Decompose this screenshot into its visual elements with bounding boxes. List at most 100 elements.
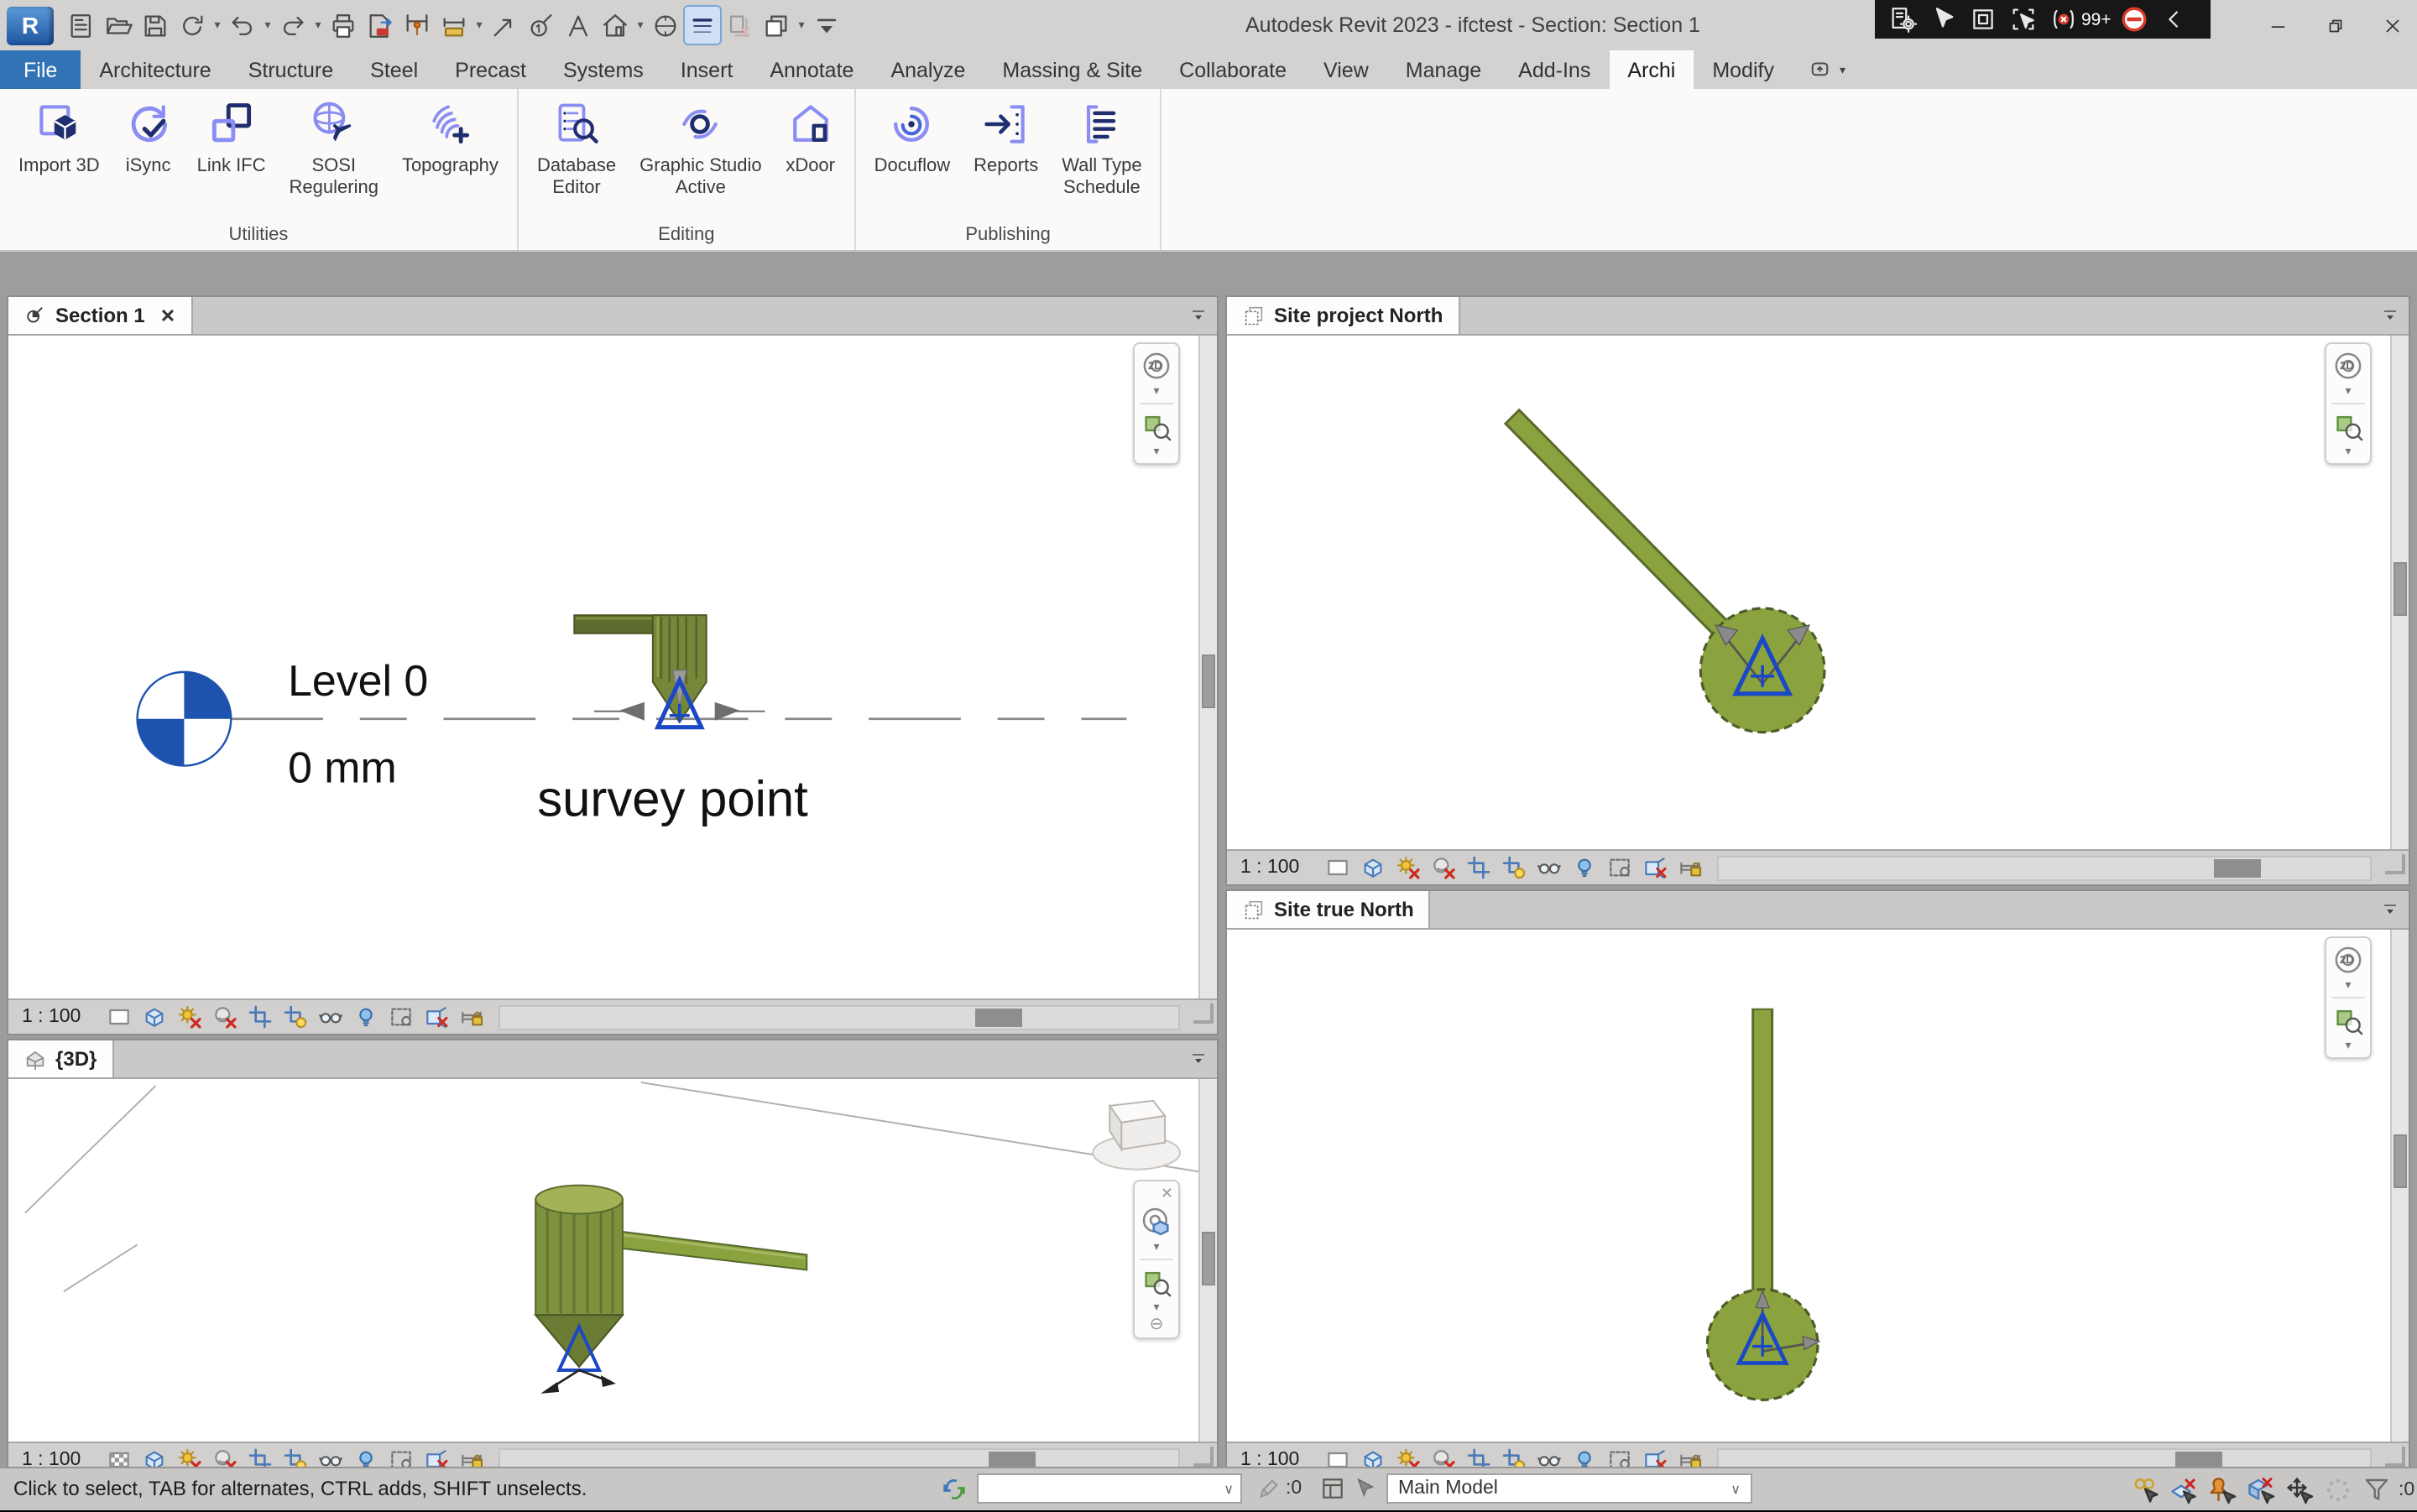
full-navigation-wheel-button[interactable] [1138,1203,1175,1240]
survey-point-label[interactable]: survey point [537,770,808,826]
section-icon[interactable] [648,7,683,44]
worksets-icon[interactable] [940,1475,968,1512]
wheel-options-caret-icon[interactable]: ▾ [1153,1240,1159,1255]
level-elevation-label[interactable]: 0 mm [288,743,397,792]
select-by-face-icon[interactable] [2244,1474,2278,1504]
notifications-icon[interactable] [2046,4,2080,34]
measure-icon[interactable] [399,7,435,44]
menu-tab-massing-site[interactable]: Massing & Site [984,50,1161,89]
tag-icon[interactable] [524,7,559,44]
section-view-canvas[interactable]: Level 0 0 mm [8,336,1217,998]
spn-view-canvas[interactable]: 2D ▾ ▾ [1227,336,2409,849]
thin-lines-icon[interactable] [685,7,720,44]
sync-icon-caret[interactable]: ▾ [211,18,223,32]
crop-view-icon[interactable] [245,1003,274,1031]
editable-only-icon[interactable] [1255,1475,1282,1510]
design-option-dropdown[interactable]: Main Model ∨ [1386,1473,1752,1504]
zoom-button[interactable] [2330,408,2367,445]
detail-level-icon[interactable] [104,1003,133,1031]
3d-view-canvas[interactable]: ✕ ▾ ▾ [8,1079,1217,1442]
scale-button[interactable]: 1 : 100 [1240,858,1299,878]
restore-icon[interactable] [2323,13,2347,37]
reveal-hidden-elements-icon[interactable] [1569,853,1598,882]
shadows-icon[interactable] [1428,853,1457,882]
ribbon-button-import-3d[interactable]: Import 3D [7,92,112,220]
default-3d-view-icon[interactable] [598,7,633,44]
vertical-scrollbar[interactable] [1198,336,1217,998]
show-crop-region-icon[interactable] [1499,853,1527,882]
wheel-options-caret-icon[interactable]: ▾ [1153,384,1159,399]
steering-wheel-2d-button[interactable]: 2D [1138,347,1175,384]
menu-tab-add-ins[interactable]: Add-Ins [1500,50,1609,89]
view-tab-menu-button[interactable] [1180,1040,1217,1077]
steering-wheel-2d-button[interactable]: 2D [2330,941,2367,978]
minimize-icon[interactable] [2266,13,2289,37]
leader-arrow-icon[interactable] [487,7,522,44]
scale-button[interactable]: 1 : 100 [22,1007,81,1027]
resize-grip[interactable] [1193,1447,1214,1467]
zoom-options-caret-icon[interactable]: ▾ [2345,445,2351,460]
undo-icon-caret[interactable]: ▾ [262,18,274,32]
zoom-options-caret-icon[interactable]: ▾ [2345,1039,2351,1054]
save-icon[interactable] [138,7,173,44]
close-icon[interactable] [2380,13,2404,37]
default-3d-view-icon-caret[interactable]: ▾ [634,18,646,32]
zoom-options-caret-icon[interactable]: ▾ [1153,445,1159,460]
stn-view-canvas[interactable]: 2D ▾ ▾ [1227,930,2409,1442]
aligned-dimension-icon[interactable] [436,7,472,44]
do-not-disturb-icon[interactable] [2118,4,2152,34]
temporary-hide-isolate-icon[interactable] [1534,853,1563,882]
horizontal-scrollbar[interactable] [499,1004,1180,1030]
aligned-dimension-icon-caret[interactable]: ▾ [473,18,485,32]
ribbon-button-link-ifc[interactable]: Link IFC [185,92,278,220]
visual-style-icon[interactable] [1358,853,1386,882]
ribbon-button-wall-type-schedule[interactable]: Wall TypeSchedule [1050,92,1153,220]
region-select-icon[interactable] [2006,4,2039,34]
select-pinned-icon[interactable] [2206,1474,2239,1504]
filter-icon[interactable] [2360,1474,2394,1504]
menu-tab-archi[interactable]: Archi [1609,50,1694,89]
show-crop-region-icon[interactable] [280,1003,309,1031]
menu-tab-precast[interactable]: Precast [436,50,545,89]
horizontal-scrollbar[interactable] [1717,855,2372,880]
zoom-button[interactable] [1138,408,1175,445]
text-icon[interactable] [561,7,596,44]
level-name-label[interactable]: Level 0 [288,656,428,705]
undo-icon[interactable] [225,7,260,44]
zoom-button[interactable] [2330,1002,2367,1039]
menu-tab-analyze[interactable]: Analyze [872,50,984,89]
crop-view-icon[interactable] [1464,853,1492,882]
menu-tab-view[interactable]: View [1305,50,1387,89]
sync-icon[interactable] [175,7,210,44]
view-tab-menu-button[interactable] [1180,297,1217,334]
select-links-icon[interactable] [2128,1474,2162,1504]
drag-on-selection-icon[interactable] [2283,1474,2316,1504]
survey-marker-3d[interactable] [535,1186,807,1394]
ribbon-button-xdoor[interactable]: xDoor [774,92,848,220]
view-tab-site-project-north[interactable]: Site project North [1227,297,1459,334]
menu-tab-modify[interactable]: Modify [1694,50,1793,89]
show-analytical-model-icon[interactable] [421,1003,450,1031]
sun-path-icon[interactable] [1393,853,1422,882]
sun-path-icon[interactable] [175,1003,203,1031]
collapse-overlay-icon[interactable] [2159,4,2192,34]
menu-tab-insert[interactable]: Insert [662,50,752,89]
select-underlay-icon[interactable] [2167,1474,2200,1504]
switch-windows-icon[interactable] [759,7,794,44]
show-analytical-model-icon[interactable] [1640,853,1668,882]
shadows-icon[interactable] [210,1003,238,1031]
reveal-hidden-elements-icon[interactable] [351,1003,379,1031]
revit-logo[interactable]: R [7,6,54,44]
ribbon-button-topography[interactable]: Topography [390,92,510,220]
ribbon-button-docuflow[interactable]: Docuflow [863,92,963,220]
capture-settings-icon[interactable] [1885,4,1918,34]
menu-tab-file[interactable]: File [0,50,81,89]
menu-tab-steel[interactable]: Steel [352,50,436,89]
vertical-scrollbar[interactable] [1198,1079,1217,1442]
design-options-icon[interactable] [1319,1475,1346,1510]
menu-tab-manage[interactable]: Manage [1387,50,1500,89]
level-head-symbol[interactable] [138,672,232,766]
menu-tab-annotate[interactable]: Annotate [751,50,872,89]
minimize-navbar-icon[interactable]: ⊖ [1150,1316,1164,1334]
view-tab-menu-button[interactable] [2372,891,2409,928]
